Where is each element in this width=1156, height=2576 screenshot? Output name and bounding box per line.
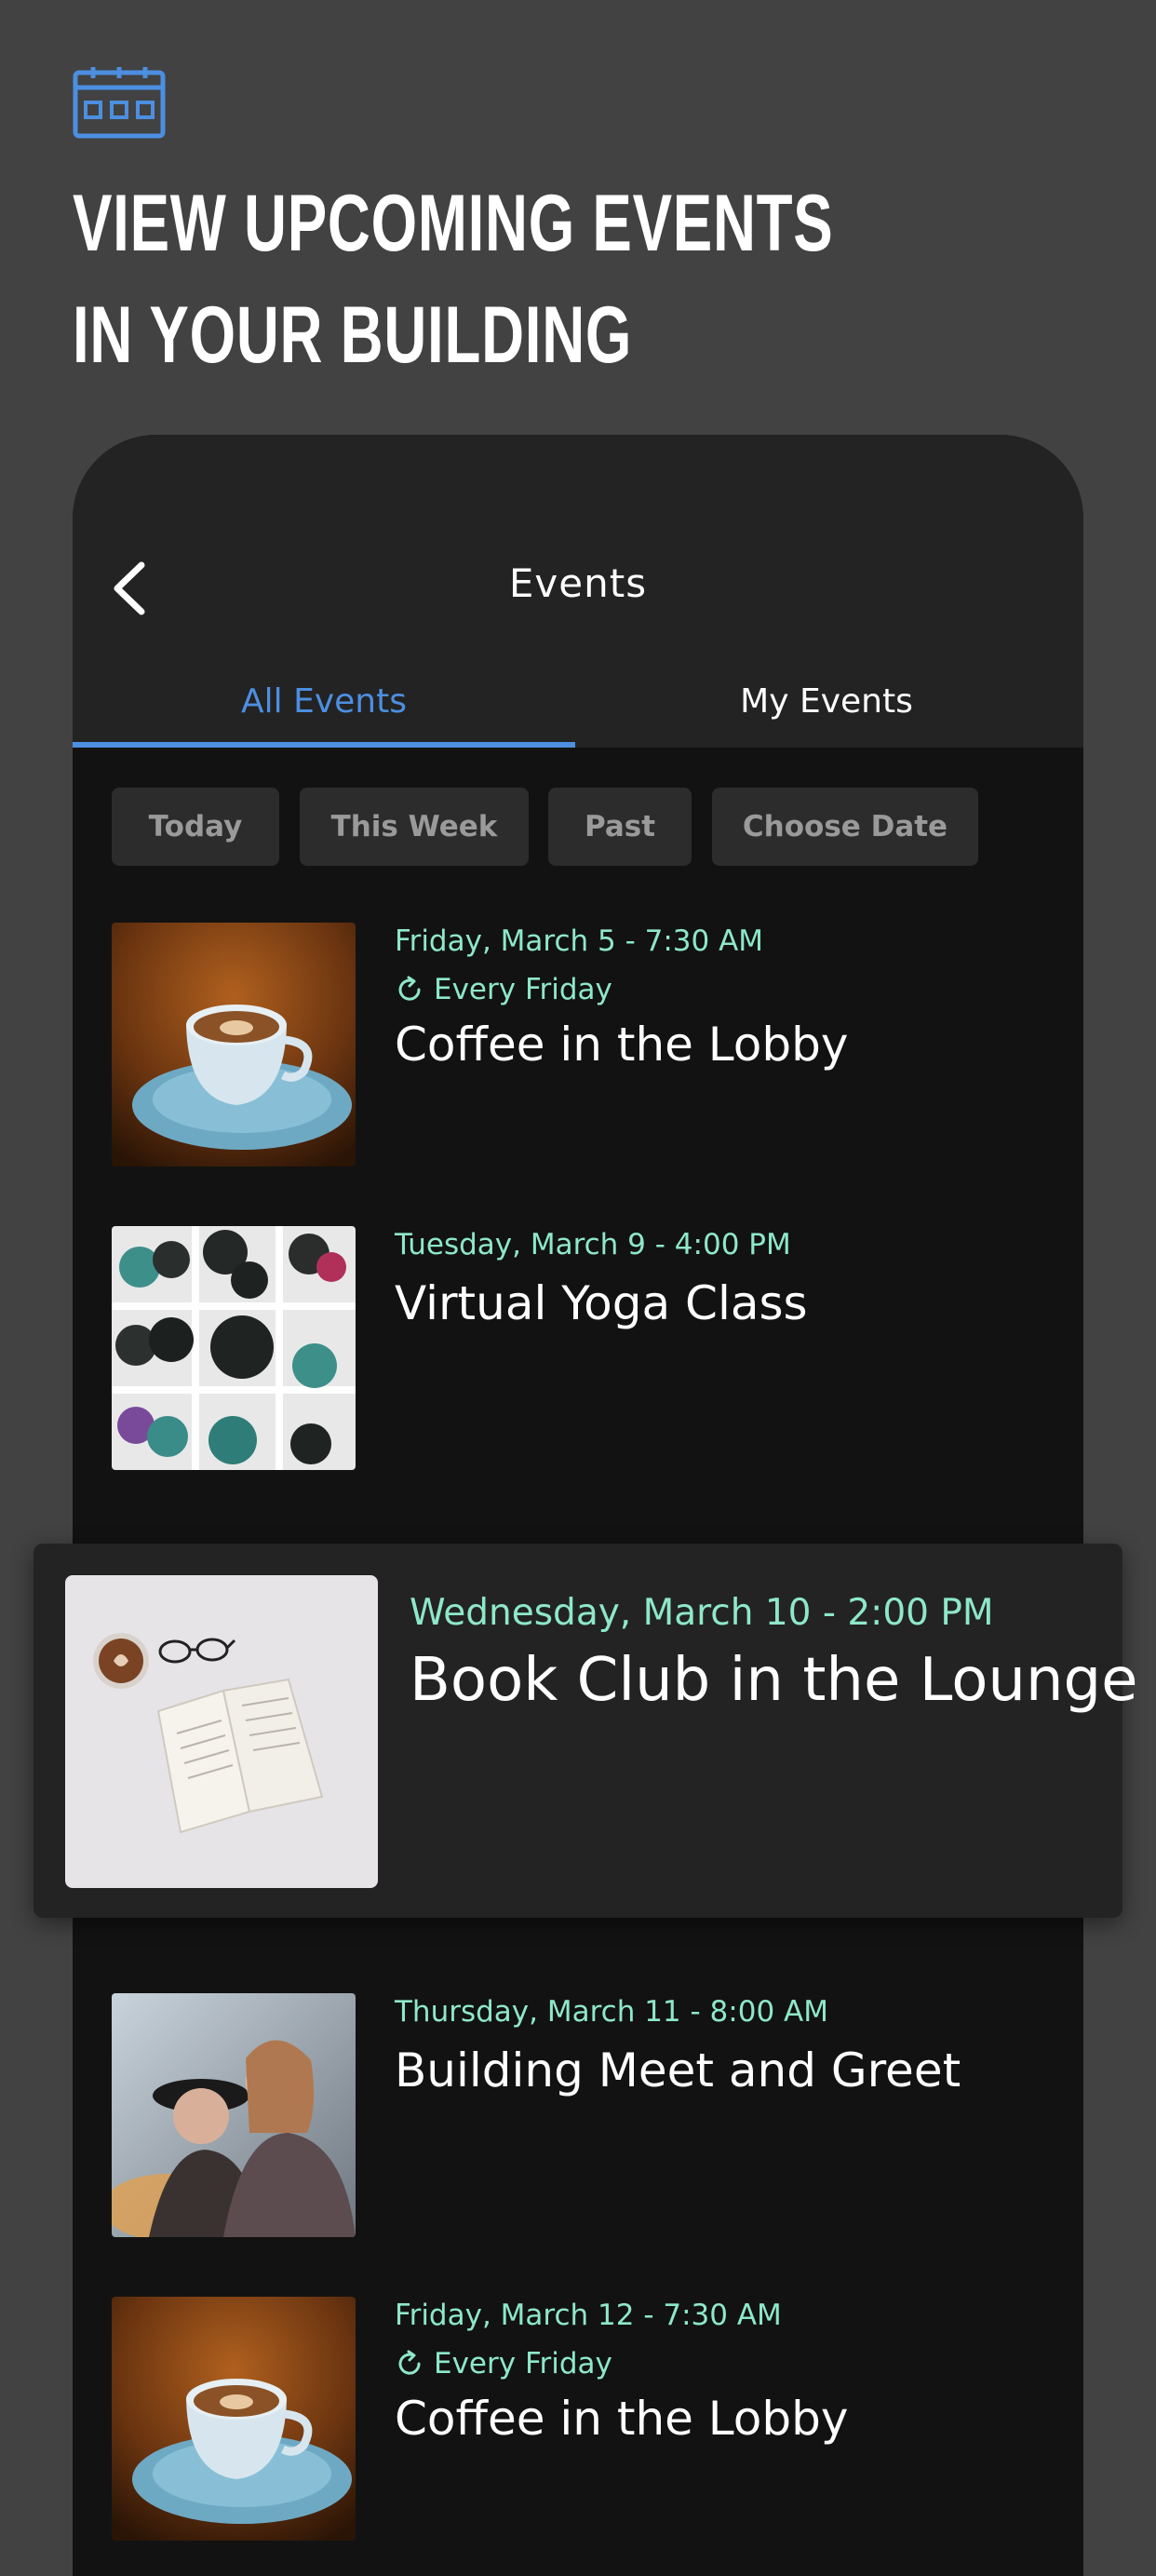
- event-list-item[interactable]: Tuesday, March 9 - 4:00 PM Virtual Yoga …: [112, 1226, 1042, 1470]
- tab-all-events[interactable]: All Events: [73, 682, 575, 721]
- event-image-coffee: [112, 2297, 356, 2541]
- event-date: Thursday, March 11 - 8:00 AM: [395, 1995, 828, 2029]
- event-date: Friday, March 5 - 7:30 AM: [395, 924, 764, 958]
- filter-this-week-button[interactable]: This Week: [300, 788, 529, 866]
- headline: VIEW UPCOMING EVENTS IN YOUR BUILDING: [73, 168, 833, 391]
- event-image-open-book: [65, 1575, 378, 1888]
- active-tab-indicator: [73, 742, 575, 748]
- event-title: Virtual Yoga Class: [395, 1276, 808, 1330]
- event-title: Building Meet and Greet: [395, 2043, 961, 2097]
- event-repeat-label: Every Friday: [434, 2347, 612, 2380]
- repeat-icon: [398, 976, 421, 1001]
- event-title: Coffee in the Lobby: [395, 1018, 849, 1072]
- event-list-item[interactable]: Thursday, March 11 - 8:00 AM Building Me…: [112, 1993, 1042, 2237]
- event-list-item[interactable]: Friday, March 5 - 7:30 AM Every Friday C…: [112, 923, 1042, 1167]
- event-image-coffee: [112, 923, 356, 1167]
- event-image-yoga-mats: [112, 1226, 356, 1470]
- phone-screen: Events All Events My Events Today This W…: [73, 435, 1083, 2576]
- calendar-icon: [73, 67, 166, 139]
- event-title: Book Club in the Lounge: [410, 1646, 1138, 1715]
- headline-line-1: VIEW UPCOMING EVENTS: [73, 179, 834, 268]
- event-repeat: Every Friday: [395, 2347, 612, 2380]
- event-list-item[interactable]: Friday, March 12 - 7:30 AM Every Friday …: [112, 2297, 1042, 2541]
- filter-choose-date-button[interactable]: Choose Date: [712, 788, 978, 866]
- event-date: Friday, March 12 - 7:30 AM: [395, 2299, 782, 2332]
- tab-my-events[interactable]: My Events: [575, 682, 1078, 721]
- filter-past-button[interactable]: Past: [548, 788, 692, 866]
- event-list-item-highlighted[interactable]: Wednesday, March 10 - 2:00 PM Book Club …: [34, 1544, 1138, 1918]
- nav-title: Events: [508, 560, 648, 606]
- repeat-icon: [398, 2350, 421, 2375]
- event-date: Tuesday, March 9 - 4:00 PM: [395, 1228, 791, 1261]
- event-date: Wednesday, March 10 - 2:00 PM: [410, 1592, 994, 1634]
- filter-today-button[interactable]: Today: [112, 788, 279, 866]
- app-header: Events All Events My Events: [73, 435, 1083, 748]
- headline-line-2: IN YOUR BUILDING: [73, 290, 633, 380]
- event-image-people: [112, 1993, 356, 2237]
- event-repeat: Every Friday: [395, 973, 612, 1006]
- event-title: Coffee in the Lobby: [395, 2392, 849, 2446]
- event-repeat-label: Every Friday: [434, 973, 612, 1006]
